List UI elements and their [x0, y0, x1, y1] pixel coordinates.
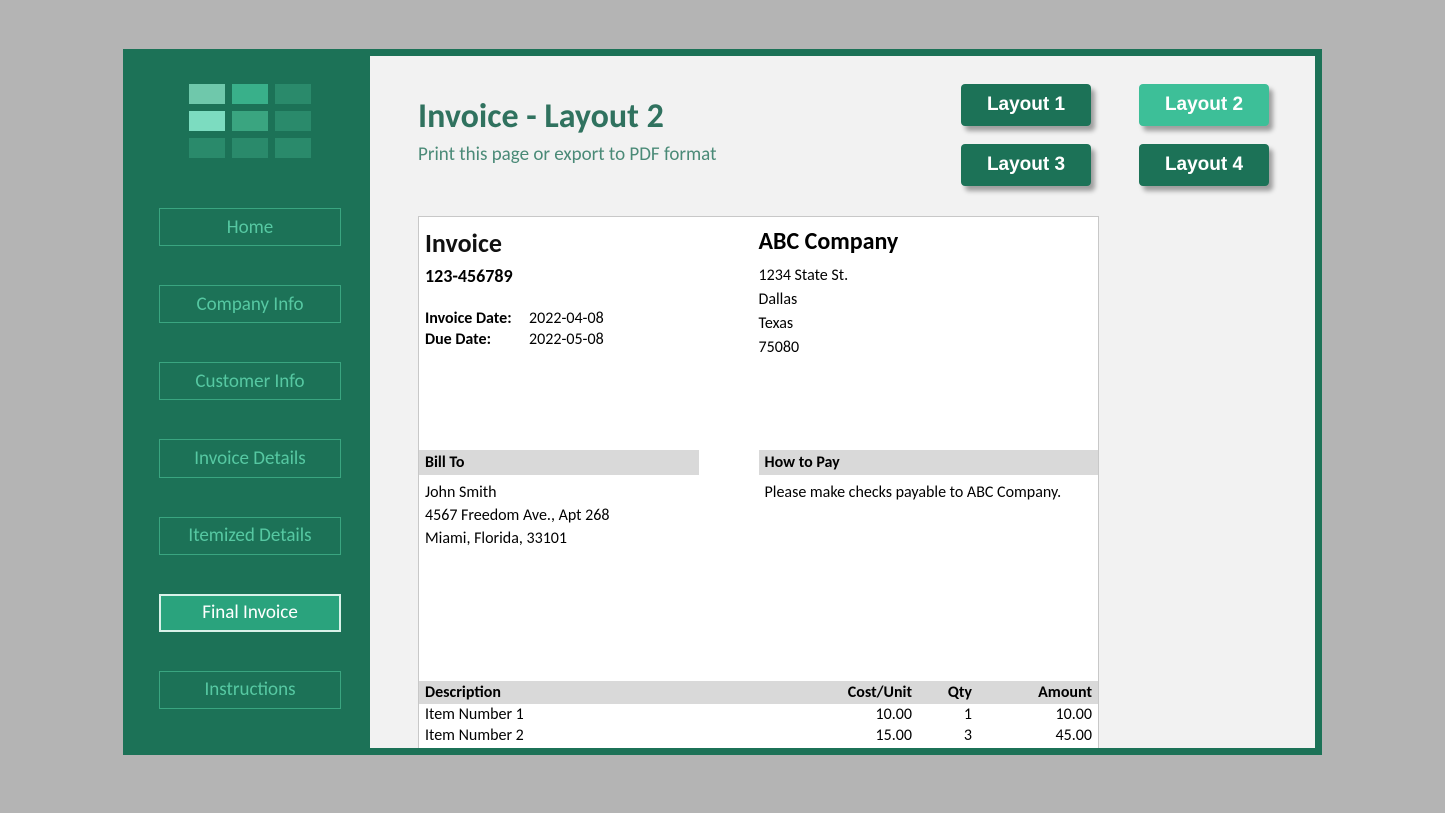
- title-block: Invoice - Layout 2 Print this page or ex…: [418, 84, 961, 166]
- sidebar-item-label: Final Invoice: [202, 601, 298, 624]
- sidebar-item-company-info[interactable]: Company Info: [159, 285, 341, 323]
- sidebar-item-itemized-details[interactable]: Itemized Details: [159, 517, 341, 555]
- company-name: ABC Company: [759, 227, 1093, 256]
- main-content: Invoice - Layout 2 Print this page or ex…: [370, 56, 1315, 748]
- sidebar-item-final-invoice[interactable]: Final Invoice: [159, 594, 341, 632]
- app-frame: Home Company Info Customer Info Invoice …: [123, 49, 1322, 755]
- item-desc: Item Number 2: [425, 726, 792, 745]
- bill-to-line: 4567 Freedom Ave., Apt 268: [425, 504, 699, 527]
- sidebar-item-label: Home: [227, 216, 274, 239]
- page-title: Invoice - Layout 2: [418, 96, 961, 137]
- company-address-line: Texas: [759, 312, 1093, 336]
- invoice-number: 123-456789: [425, 265, 759, 287]
- item-qty: 1: [912, 705, 972, 724]
- sidebar-item-label: Instructions: [204, 678, 295, 701]
- col-description: Description: [425, 683, 792, 702]
- due-date-value: 2022-05-08: [529, 330, 604, 349]
- sidebar-item-label: Invoice Details: [194, 447, 305, 470]
- item-qty: 3: [912, 726, 972, 745]
- layout-2-button[interactable]: Layout 2: [1139, 84, 1269, 126]
- layout-4-button[interactable]: Layout 4: [1139, 144, 1269, 186]
- invoice-date-value: 2022-04-08: [529, 309, 604, 328]
- item-desc: Item Number 1: [425, 705, 792, 724]
- item-cost: 10.00: [792, 705, 912, 724]
- sidebar-item-label: Customer Info: [195, 370, 304, 393]
- invoice-document: Invoice 123-456789 Invoice Date: 2022-04…: [418, 216, 1099, 748]
- col-cost-unit: Cost/Unit: [792, 683, 912, 702]
- layout-3-button[interactable]: Layout 3: [961, 144, 1091, 186]
- header-row: Invoice - Layout 2 Print this page or ex…: [418, 84, 1279, 186]
- sidebar-item-customer-info[interactable]: Customer Info: [159, 362, 341, 400]
- table-row: Item Number 2 15.00 3 45.00: [419, 725, 1098, 746]
- items-header-row: Description Cost/Unit Qty Amount: [419, 681, 1098, 704]
- layout-1-button[interactable]: Layout 1: [961, 84, 1091, 126]
- due-date-label: Due Date:: [425, 330, 529, 349]
- item-amount: 45.00: [972, 726, 1092, 745]
- sidebar-item-label: Company Info: [196, 293, 303, 316]
- how-to-pay-heading: How to Pay: [759, 450, 1099, 475]
- page-subtitle: Print this page or export to PDF format: [418, 143, 961, 166]
- company-address-line: 75080: [759, 336, 1093, 360]
- sidebar-item-label: Itemized Details: [188, 524, 311, 547]
- sidebar-item-invoice-details[interactable]: Invoice Details: [159, 439, 341, 477]
- col-amount: Amount: [972, 683, 1092, 702]
- item-cost: 15.00: [792, 726, 912, 745]
- bill-to-line: John Smith: [425, 481, 699, 504]
- bill-to-heading: Bill To: [419, 450, 699, 475]
- company-address-line: 1234 State St.: [759, 264, 1093, 288]
- how-to-pay-body: Please make checks payable to ABC Compan…: [759, 475, 1099, 504]
- item-amount: 10.00: [972, 705, 1092, 724]
- sidebar-item-home[interactable]: Home: [159, 208, 341, 246]
- sidebar: Home Company Info Customer Info Invoice …: [130, 56, 370, 748]
- col-qty: Qty: [912, 683, 972, 702]
- sidebar-item-instructions[interactable]: Instructions: [159, 671, 341, 709]
- table-row: Item Number 1 10.00 1 10.00: [419, 704, 1098, 725]
- invoice-date-label: Invoice Date:: [425, 309, 529, 328]
- company-address-line: Dallas: [759, 288, 1093, 312]
- logo-icon: [189, 84, 311, 158]
- invoice-heading: Invoice: [425, 227, 759, 259]
- layout-buttons: Layout 1 Layout 2 Layout 3 Layout 4: [961, 84, 1269, 186]
- bill-to-line: Miami, Florida, 33101: [425, 527, 699, 550]
